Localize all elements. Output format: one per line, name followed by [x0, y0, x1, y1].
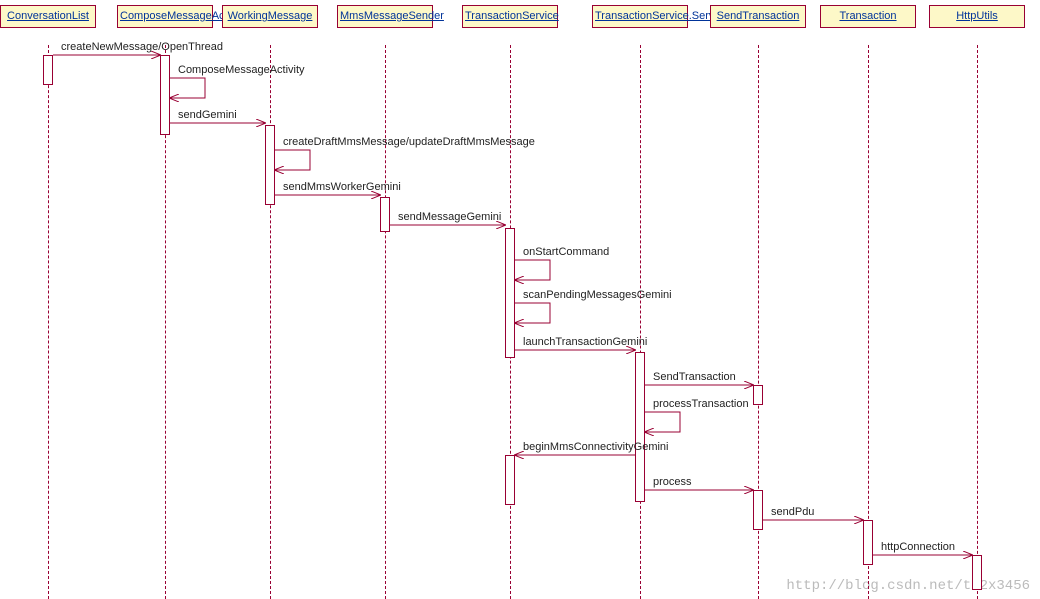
activation	[635, 352, 645, 502]
lifeline-p8	[977, 45, 978, 599]
participant-p8: HttpUtils	[929, 5, 1025, 28]
message-label: sendPdu	[771, 506, 814, 518]
message-label: process	[653, 476, 692, 488]
message-label: sendGemini	[178, 109, 237, 121]
activation	[505, 455, 515, 505]
message-label: launchTransactionGemini	[523, 336, 647, 348]
lifeline-p3	[385, 45, 386, 599]
message-label: ComposeMessageActivity	[178, 64, 305, 76]
participant-p1: ComposeMessageActivity	[117, 5, 213, 28]
message-label: httpConnection	[881, 541, 955, 553]
activation	[265, 125, 275, 205]
lifeline-p5	[640, 45, 641, 599]
activation	[160, 55, 170, 135]
activation	[753, 490, 763, 530]
participant-p6: SendTransaction	[710, 5, 806, 28]
message-label: sendMessageGemini	[398, 211, 501, 223]
activation	[753, 385, 763, 405]
activation	[863, 520, 873, 565]
participant-p7: Transaction	[820, 5, 916, 28]
activation	[380, 197, 390, 232]
message-label: processTransaction	[653, 398, 749, 410]
activation	[43, 55, 53, 85]
activation	[505, 228, 515, 358]
message-label: SendTransaction	[653, 371, 736, 383]
participant-p3: MmsMessageSender	[337, 5, 433, 28]
message-label: createNewMessage/OpenThread	[61, 41, 223, 53]
lifeline-p7	[868, 45, 869, 599]
participant-p2: WorkingMessage	[222, 5, 318, 28]
lifeline-p0	[48, 45, 49, 599]
activation	[972, 555, 982, 590]
message-label: sendMmsWorkerGemini	[283, 181, 401, 193]
message-label: onStartCommand	[523, 246, 609, 258]
participant-p5: TransactionService.ServiceHandler	[592, 5, 688, 28]
watermark: http://blog.csdn.net/t12x3456	[786, 578, 1030, 594]
participant-p0: ConversationList	[0, 5, 96, 28]
message-label: scanPendingMessagesGemini	[523, 289, 672, 301]
message-label: createDraftMmsMessage/updateDraftMmsMess…	[283, 136, 535, 148]
participant-p4: TransactionService	[462, 5, 558, 28]
message-label: beginMmsConnectivityGemini	[523, 441, 669, 453]
